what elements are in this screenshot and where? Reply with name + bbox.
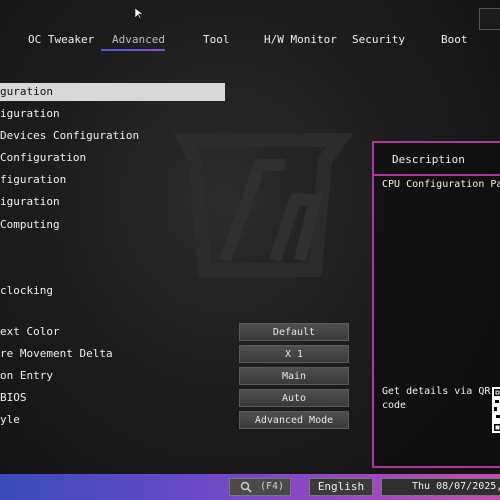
option-label-text-color: ext Color [0,325,60,338]
menu-item-cpu-configuration[interactable]: guration [0,83,225,101]
description-header: Description [374,143,500,176]
menu-item-storage-configuration[interactable]: Configuration [0,149,86,167]
menu-item-overclocking[interactable]: clocking [0,282,53,300]
search-icon [240,481,252,493]
search-button[interactable]: (F4) [229,478,291,496]
description-panel: Description CPU Configuration Param Get … [372,141,500,468]
option-value-movement-delta[interactable]: X 1 [239,345,349,363]
tab-security[interactable]: Security [352,33,405,46]
mouse-pointer-icon [135,8,143,20]
menu-item-devices-configuration[interactable]: Devices Configuration [0,127,139,145]
menu-item-acpi-configuration[interactable]: figuration [0,171,66,189]
description-text: CPU Configuration Param [382,179,500,190]
option-value-text-color[interactable]: Default [239,323,349,341]
description-title: Description [392,153,465,166]
tab-oc-tweaker[interactable]: OC Tweaker [28,33,94,46]
language-button[interactable]: English [309,478,373,496]
brand-logo-watermark [173,133,354,277]
tab-tool[interactable]: Tool [203,33,230,46]
active-tab-indicator [101,49,165,51]
search-shortcut-label: (F4) [260,481,285,492]
option-value-bios[interactable]: Auto [239,389,349,407]
tab-advanced[interactable]: Advanced [112,33,165,46]
option-label-movement-delta: re Movement Delta [0,347,113,360]
qr-caption: Get details via QR code [382,386,491,411]
option-label-style: yle [0,413,20,426]
tab-hw-monitor[interactable]: H/W Monitor [264,33,337,46]
datetime-display: Thu 08/07/2025, C [381,478,500,496]
option-value-style[interactable]: Advanced Mode [239,411,349,429]
option-label-setup-entry: on Entry [0,369,53,382]
tab-boot[interactable]: Boot [441,33,468,46]
option-value-setup-entry[interactable]: Main [239,367,349,385]
option-label-bios: BIOS [0,391,27,404]
menu-item-chipset-configuration[interactable]: iguration [0,105,60,123]
qr-code-icon [492,387,500,433]
menu-item-usb-configuration[interactable]: iguration [0,193,60,211]
exit-button[interactable] [479,8,500,30]
top-navigation: OC Tweaker Advanced Tool H/W Monitor Sec… [0,0,500,62]
menu-item-trusted-computing[interactable]: Computing [0,216,60,234]
